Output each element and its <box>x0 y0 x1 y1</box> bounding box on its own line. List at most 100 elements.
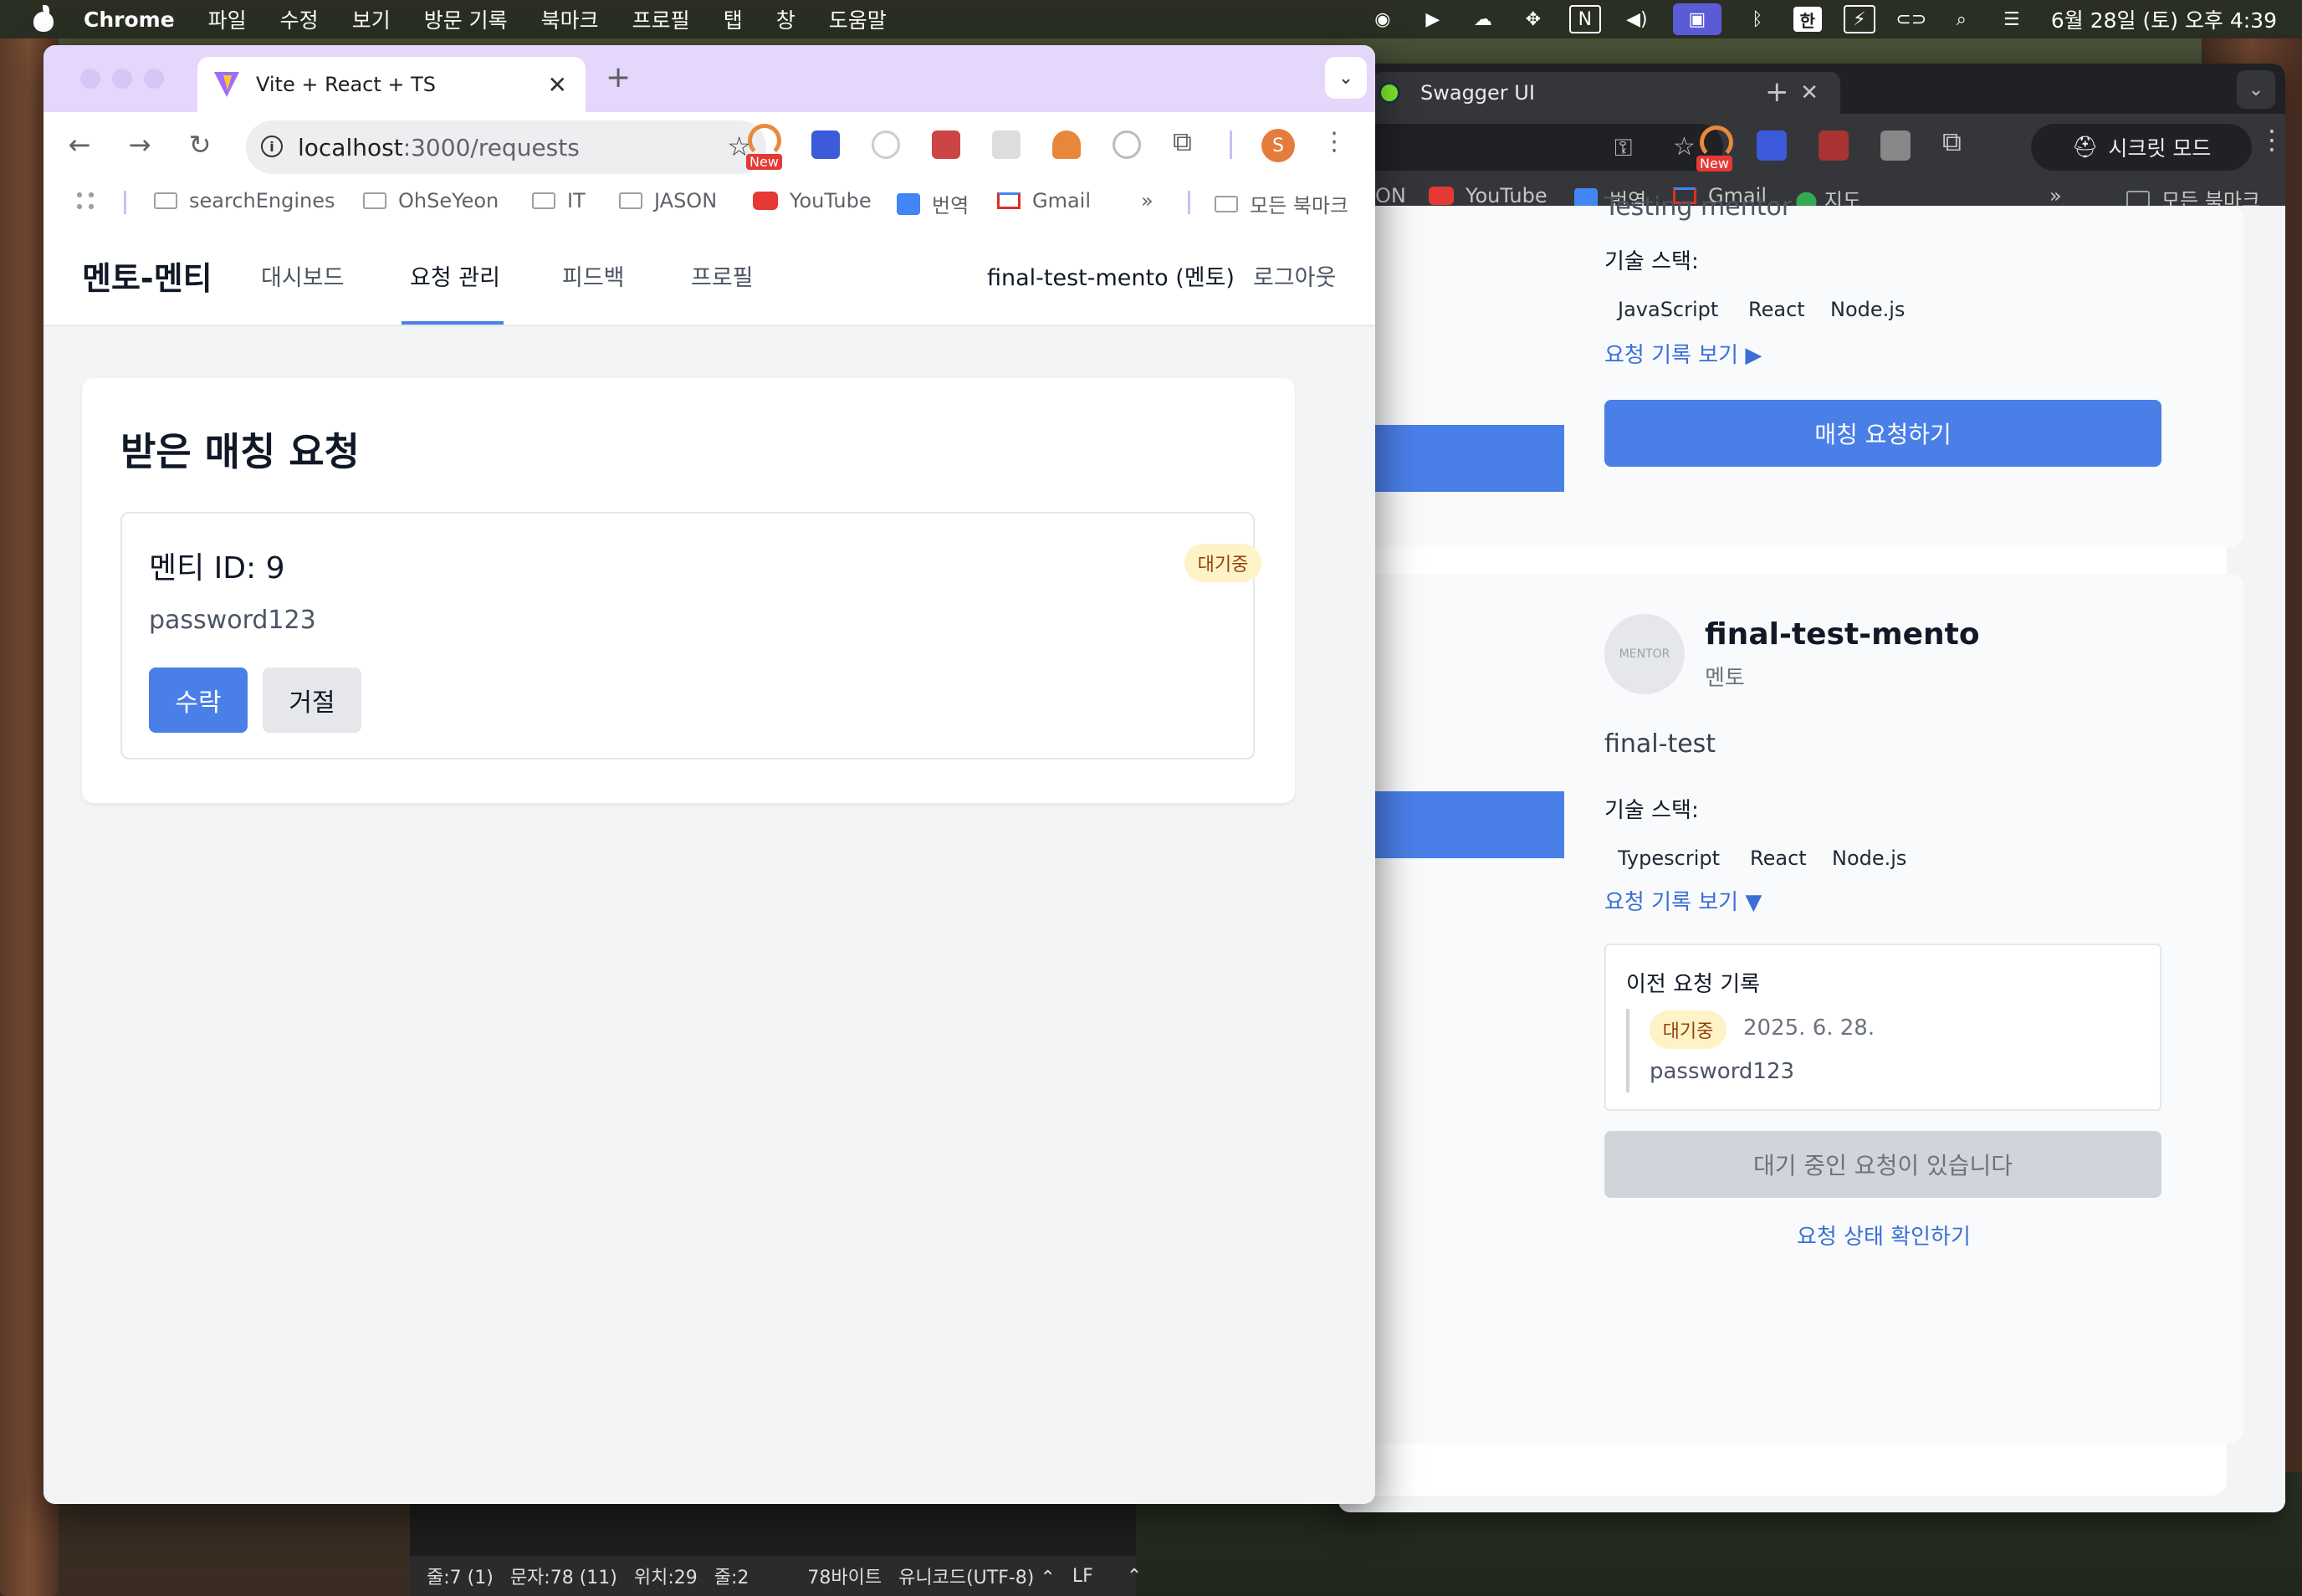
forward-arrow-icon[interactable]: → <box>119 124 161 166</box>
app-brand[interactable]: 멘토-멘티 <box>82 253 212 299</box>
address-bar[interactable]: ⚿ ☆ <box>1338 124 1723 171</box>
all-bookmarks[interactable]: 모든 북마크 <box>1215 189 1348 218</box>
gray-extension-icon[interactable] <box>1880 130 1911 161</box>
pending-request-button[interactable]: 대기 중인 요청이 있습니다 <box>1604 1131 2161 1198</box>
menu-window[interactable]: 창 <box>776 4 795 34</box>
background-browser-window[interactable]: Swagger UI ✕ + ⌄ ⚿ ☆ New ⧉ ⛑ 시크릿 모드 ⋮ ON… <box>1338 64 2285 1512</box>
minimize-window-icon[interactable] <box>112 69 132 89</box>
menu-file[interactable]: 파일 <box>208 4 247 34</box>
download-extension-icon[interactable] <box>1757 130 1787 161</box>
circle-extension-icon[interactable] <box>872 130 900 159</box>
control-center-icon[interactable]: ☰ <box>1998 7 2026 32</box>
bookmark-youtube[interactable]: YouTube <box>1429 184 1547 207</box>
reject-button[interactable]: 거절 <box>263 668 361 733</box>
nav-feedback[interactable]: 피드백 <box>562 259 625 292</box>
menu-profiles[interactable]: 프로필 <box>632 4 690 34</box>
apple-icon[interactable] <box>32 5 55 32</box>
check-status-link[interactable]: 요청 상태 확인하기 <box>1797 1220 1971 1251</box>
vite-favicon-icon <box>212 72 241 97</box>
logout-button[interactable]: 로그아웃 <box>1253 259 1336 292</box>
text-editor-window[interactable]: 줄:7 (1) 문자:78 (11) 위치:29 줄:2 78바이트 유니코드(… <box>410 1504 1142 1596</box>
incognito-indicator[interactable]: ⛑ 시크릿 모드 <box>2031 124 2252 171</box>
nav-dashboard[interactable]: 대시보드 <box>261 259 344 292</box>
stage-manager-icon[interactable]: ▣ <box>1672 3 1721 35</box>
status-eol[interactable]: LF <box>1072 1566 1093 1587</box>
menu-tab[interactable]: 탭 <box>724 4 743 34</box>
bookmark-youtube[interactable]: YouTube <box>753 189 872 212</box>
accept-button[interactable]: 수락 <box>149 668 248 733</box>
menu-clock[interactable]: 6월 28일 (토) 오후 4:39 <box>2051 4 2277 34</box>
apps-grid-icon[interactable] <box>74 189 97 212</box>
bluetooth-icon[interactable]: ᛒ <box>1743 7 1772 32</box>
nav-profile[interactable]: 프로필 <box>691 259 754 292</box>
rainbow-extension-icon[interactable] <box>1700 125 1733 159</box>
compass-extension-icon[interactable] <box>1113 130 1141 159</box>
bookmark-translate[interactable]: 번역 <box>897 189 969 218</box>
notion-icon[interactable]: N <box>1568 5 1601 33</box>
menu-kebab-icon[interactable]: ⋮ <box>1322 127 1347 156</box>
battery-icon[interactable]: ⚡ <box>1843 5 1875 33</box>
address-bar[interactable]: i localhost:3000/requests ☆ <box>246 120 766 174</box>
close-tab-icon[interactable]: ✕ <box>1800 80 1819 105</box>
input-source-icon[interactable]: 한 <box>1793 7 1822 32</box>
menu-bookmarks[interactable]: 북마크 <box>541 4 599 34</box>
tab-search-icon[interactable]: ⌄ <box>1325 57 1367 99</box>
download-extension-icon[interactable] <box>811 130 840 159</box>
screenshot-icon[interactable]: ◉ <box>1368 7 1397 32</box>
mentor-2-role: 멘토 <box>1705 666 1745 691</box>
swagger-page-content: Testing mentor 기술 스택: JavaScript React N… <box>1338 192 2285 1512</box>
reload-icon[interactable]: ↻ <box>179 124 221 166</box>
close-window-icon[interactable] <box>80 69 100 89</box>
page-title: 받은 매칭 요청 <box>120 429 360 474</box>
profile-avatar[interactable]: S <box>1261 129 1295 162</box>
bookmarks-overflow-icon[interactable]: » <box>1141 189 1154 212</box>
bookmark-json[interactable]: ON <box>1375 184 1406 207</box>
cloud-icon[interactable]: ☁ <box>1469 7 1497 32</box>
mentor-1-request-button[interactable]: 매칭 요청하기 <box>1604 400 2161 467</box>
menu-kebab-icon[interactable]: ⋮ <box>2259 124 2285 156</box>
nav-requests[interactable]: 요청 관리 <box>410 259 500 292</box>
mouse-pointer-icon[interactable]: ✥ <box>1519 7 1547 32</box>
volume-icon[interactable]: ◀) <box>1623 7 1651 32</box>
bookmark-folder-it[interactable]: IT <box>532 189 586 212</box>
url-text[interactable]: localhost:3000/requests <box>298 134 580 161</box>
bookmark-folder-searchengines[interactable]: searchEngines <box>154 189 335 212</box>
search-icon[interactable]: ⌕ <box>1947 7 1976 32</box>
menu-app-name[interactable]: Chrome <box>84 8 175 32</box>
link-icon[interactable]: ⊂⊃ <box>1895 7 1926 32</box>
gray-extension-icon[interactable] <box>992 130 1021 159</box>
menu-history[interactable]: 방문 기록 <box>424 4 508 34</box>
menu-edit[interactable]: 수정 <box>280 4 319 34</box>
back-arrow-icon[interactable]: ← <box>59 124 100 166</box>
orange-extension-icon[interactable] <box>1052 130 1081 159</box>
bookmark-star-icon[interactable]: ☆ <box>1673 132 1696 161</box>
menu-view[interactable]: 보기 <box>352 4 391 34</box>
status-eol-arrow[interactable]: ⌃ <box>1127 1566 1142 1587</box>
close-tab-icon[interactable]: ✕ <box>548 71 567 99</box>
tab-search-icon[interactable]: ⌄ <box>2237 70 2275 109</box>
mentor-2-history-toggle[interactable]: 요청 기록 보기 ▼ <box>1604 885 1762 916</box>
game-extension-icon[interactable] <box>1819 130 1849 161</box>
mentor-1-history-toggle[interactable]: 요청 기록 보기 ▶ <box>1604 338 1762 369</box>
current-user: final-test-mento (멘토) <box>987 265 1235 291</box>
bookmark-folder-jason[interactable]: JASON <box>619 189 717 212</box>
tab-title: Vite + React + TS <box>256 73 437 96</box>
folder-icon <box>363 192 386 209</box>
bookmark-gmail[interactable]: Gmail <box>997 189 1091 212</box>
status-encoding[interactable]: 유니코드(UTF-8) ⌃ <box>898 1563 1056 1589</box>
game-extension-icon[interactable] <box>932 130 960 159</box>
new-tab-icon[interactable]: + <box>1765 75 1789 109</box>
password-key-icon[interactable]: ⚿ <box>1614 134 1632 162</box>
bookmarks-overflow-icon[interactable]: » <box>2049 184 2062 207</box>
site-info-icon[interactable]: i <box>261 136 283 157</box>
zoom-window-icon[interactable] <box>144 69 164 89</box>
rainbow-extension-icon[interactable] <box>748 124 781 157</box>
extensions-puzzle-icon[interactable]: ⧉ <box>1173 125 1192 158</box>
new-tab-icon[interactable]: + <box>606 60 631 95</box>
video-camera-icon[interactable]: ▶ <box>1419 7 1447 32</box>
front-browser-window[interactable]: Vite + React + TS ✕ + ⌄ ← → ↻ i localhos… <box>43 45 1375 1504</box>
menu-help[interactable]: 도움말 <box>829 4 887 34</box>
tab-vite[interactable]: Vite + React + TS ✕ <box>197 57 586 112</box>
extensions-puzzle-icon[interactable]: ⧉ <box>1942 125 1962 158</box>
bookmark-folder-ohseyeon[interactable]: OhSeYeon <box>363 189 499 212</box>
